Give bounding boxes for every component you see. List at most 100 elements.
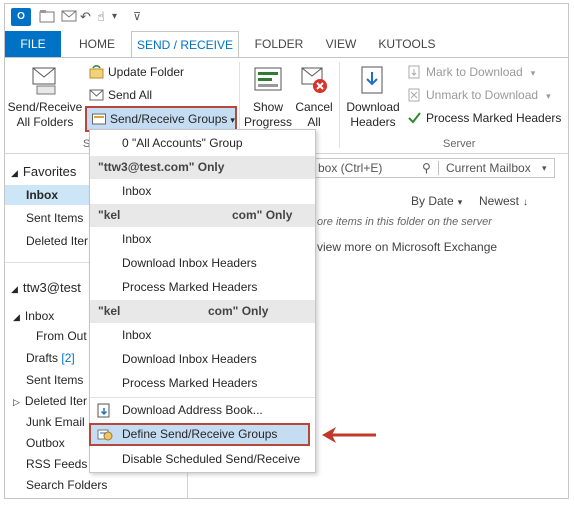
chevron-down-icon[interactable]: ▾ — [112, 9, 117, 25]
view-more-link[interactable]: view more on Microsoft Exchange — [317, 240, 497, 254]
tab-file[interactable]: FILE — [5, 31, 61, 57]
define-groups-icon — [97, 427, 113, 442]
collapse-icon: ◢ — [11, 168, 18, 178]
download-headers-icon — [358, 64, 388, 96]
tab-folder[interactable]: FOLDER — [249, 31, 309, 57]
undo-icon[interactable]: ↶ — [80, 9, 91, 25]
download-address-book-label: Download Address Book... — [122, 403, 263, 417]
show-progress-button[interactable]: Show Progress — [243, 64, 293, 130]
expand-icon: ▷ — [13, 397, 20, 407]
chevron-down-icon: ▾ — [230, 115, 235, 125]
chevron-down-icon: ▾ — [457, 197, 463, 207]
folder-drafts[interactable]: Drafts [2] — [5, 348, 75, 368]
touch-mode-icon[interactable]: ☝ — [97, 9, 105, 25]
menu-item-account3-download-headers[interactable]: Download Inbox Headers — [90, 348, 315, 371]
folder-sent-items[interactable]: Sent Items — [5, 370, 83, 390]
menu-divider — [90, 397, 315, 398]
send-receive-all-button[interactable]: Send/Receive All Folders — [7, 64, 83, 130]
menu-item-account3-process-headers[interactable]: Process Marked Headers — [90, 372, 315, 395]
download-headers-label-2: Headers — [350, 115, 396, 129]
arrow-down-icon: ↓ — [523, 197, 529, 208]
title-bar: O ↶ ☝ ▾ ⊽ — [5, 4, 568, 31]
folder-rss-feeds[interactable]: RSS Feeds — [5, 454, 87, 474]
search-icon[interactable]: ⚲ — [422, 159, 431, 177]
progress-icon — [253, 64, 283, 96]
download-headers-button[interactable]: Download Headers — [343, 64, 403, 130]
ribbon-tabs: FILE HOME SEND / RECEIVE FOLDER VIEW KUT… — [5, 31, 568, 58]
favorites-sent-items[interactable]: Sent Items — [5, 208, 83, 228]
send-all-label: Send All — [108, 88, 153, 102]
menu-item-ttw3-inbox[interactable]: Inbox — [90, 180, 315, 203]
drafts-label: Drafts — [26, 351, 59, 365]
send-all-button[interactable]: Send All — [89, 85, 152, 105]
unmark-to-download-button[interactable]: Unmark to Download ▾ — [407, 85, 551, 105]
checkmark-icon — [407, 111, 422, 125]
menu-item-account2-download-headers[interactable]: Download Inbox Headers — [90, 252, 315, 275]
send-receive-all-label-1: Send/Receive — [7, 100, 83, 114]
menu-item-account3-inbox[interactable]: Inbox — [90, 324, 315, 347]
search-input[interactable]: box (Ctrl+E) ⚲ Current Mailbox ▾ — [283, 158, 555, 178]
folder-inbox-label: Inbox — [24, 309, 55, 323]
favorites-label: Favorites — [22, 164, 77, 179]
refresh-icon — [89, 65, 104, 79]
folder-junk-email[interactable]: Junk Email — [5, 412, 85, 432]
menu-item-account2-inbox[interactable]: Inbox — [90, 228, 315, 251]
chevron-down-icon[interactable]: ▾ — [542, 159, 547, 177]
collapse-icon: ◢ — [13, 312, 20, 322]
customize-toolbar-icon[interactable]: ⊽ — [133, 9, 141, 25]
favorites-header[interactable]: ◢ Favorites — [11, 162, 76, 182]
collapse-icon: ◢ — [11, 284, 18, 294]
folder-deleted-items[interactable]: ▷ Deleted Iter — [13, 391, 87, 411]
cancel-all-label-2: All — [307, 115, 321, 129]
tab-send-receive[interactable]: SEND / RECEIVE — [131, 31, 239, 58]
menu-section-account2: "kel com" Only — [90, 204, 315, 227]
mark-to-download-label: Mark to Download — [426, 65, 523, 79]
section3-header-right: com" Only — [208, 304, 269, 318]
menu-item-download-address-book[interactable]: Download Address Book... — [90, 399, 315, 422]
sort-by-date-button[interactable]: By Date ▾ — [411, 194, 462, 208]
tab-home[interactable]: HOME — [71, 31, 123, 57]
menu-section-account3: "kel com" Only — [90, 300, 315, 323]
process-marked-headers-button[interactable]: Process Marked Headers — [407, 108, 561, 128]
tab-kutools[interactable]: KUTOOLS — [373, 31, 441, 57]
account-label: ttw3@test — [22, 280, 81, 295]
favorites-deleted-items[interactable]: Deleted Iter — [5, 231, 88, 251]
tab-view[interactable]: VIEW — [319, 31, 363, 57]
send-receive-groups-label: Send/Receive Groups — [110, 112, 228, 126]
drafts-count-badge: [2] — [61, 351, 75, 365]
cancel-all-button[interactable]: Cancel All — [293, 64, 335, 130]
groups-icon — [92, 110, 106, 125]
newest-label: Newest — [479, 194, 520, 208]
chevron-down-icon: ▾ — [546, 91, 551, 101]
folder-icon[interactable] — [39, 9, 55, 27]
download-headers-label-1: Download — [346, 100, 400, 114]
define-groups-label: Define Send/Receive Groups — [122, 427, 278, 441]
mark-to-download-button[interactable]: Mark to Download ▾ — [407, 62, 535, 82]
search-scope-select[interactable]: Current Mailbox — [446, 159, 531, 177]
outlook-app-icon[interactable]: O — [11, 8, 31, 26]
update-folder-button[interactable]: Update Folder — [89, 62, 184, 82]
mark-download-icon — [407, 65, 422, 79]
folder-search-folders[interactable]: Search Folders — [5, 475, 107, 495]
folder-inbox[interactable]: ◢ Inbox — [13, 306, 54, 326]
address-book-icon — [96, 403, 112, 418]
account-header[interactable]: ◢ ttw3@test — [11, 278, 81, 298]
menu-item-define-send-receive-groups[interactable]: Define Send/Receive Groups — [89, 423, 310, 446]
newest-sort-button[interactable]: Newest ↓ — [479, 194, 528, 208]
folder-from-out[interactable]: From Out — [5, 326, 87, 346]
send-receive-all-icon — [30, 64, 60, 96]
menu-section-ttw3: "ttw3@test.com" Only — [90, 156, 315, 179]
pointer-arrow-icon — [322, 427, 376, 443]
search-divider — [438, 161, 439, 175]
send-receive-groups-menu: 0 "All Accounts" Group "ttw3@test.com" O… — [89, 129, 316, 473]
more-items-text: ore items in this folder on the server — [317, 216, 492, 228]
server-group-label: Server — [443, 138, 476, 150]
mail-icon[interactable] — [61, 9, 77, 27]
section3-header-left: "kel — [98, 304, 121, 318]
menu-item-all-accounts-group[interactable]: 0 "All Accounts" Group — [90, 132, 315, 155]
section2-header-right: com" Only — [232, 208, 293, 222]
menu-item-account2-process-headers[interactable]: Process Marked Headers — [90, 276, 315, 299]
folder-outbox[interactable]: Outbox — [5, 433, 65, 453]
search-placeholder: box (Ctrl+E) — [318, 161, 383, 175]
menu-item-disable-scheduled[interactable]: Disable Scheduled Send/Receive — [90, 448, 315, 471]
